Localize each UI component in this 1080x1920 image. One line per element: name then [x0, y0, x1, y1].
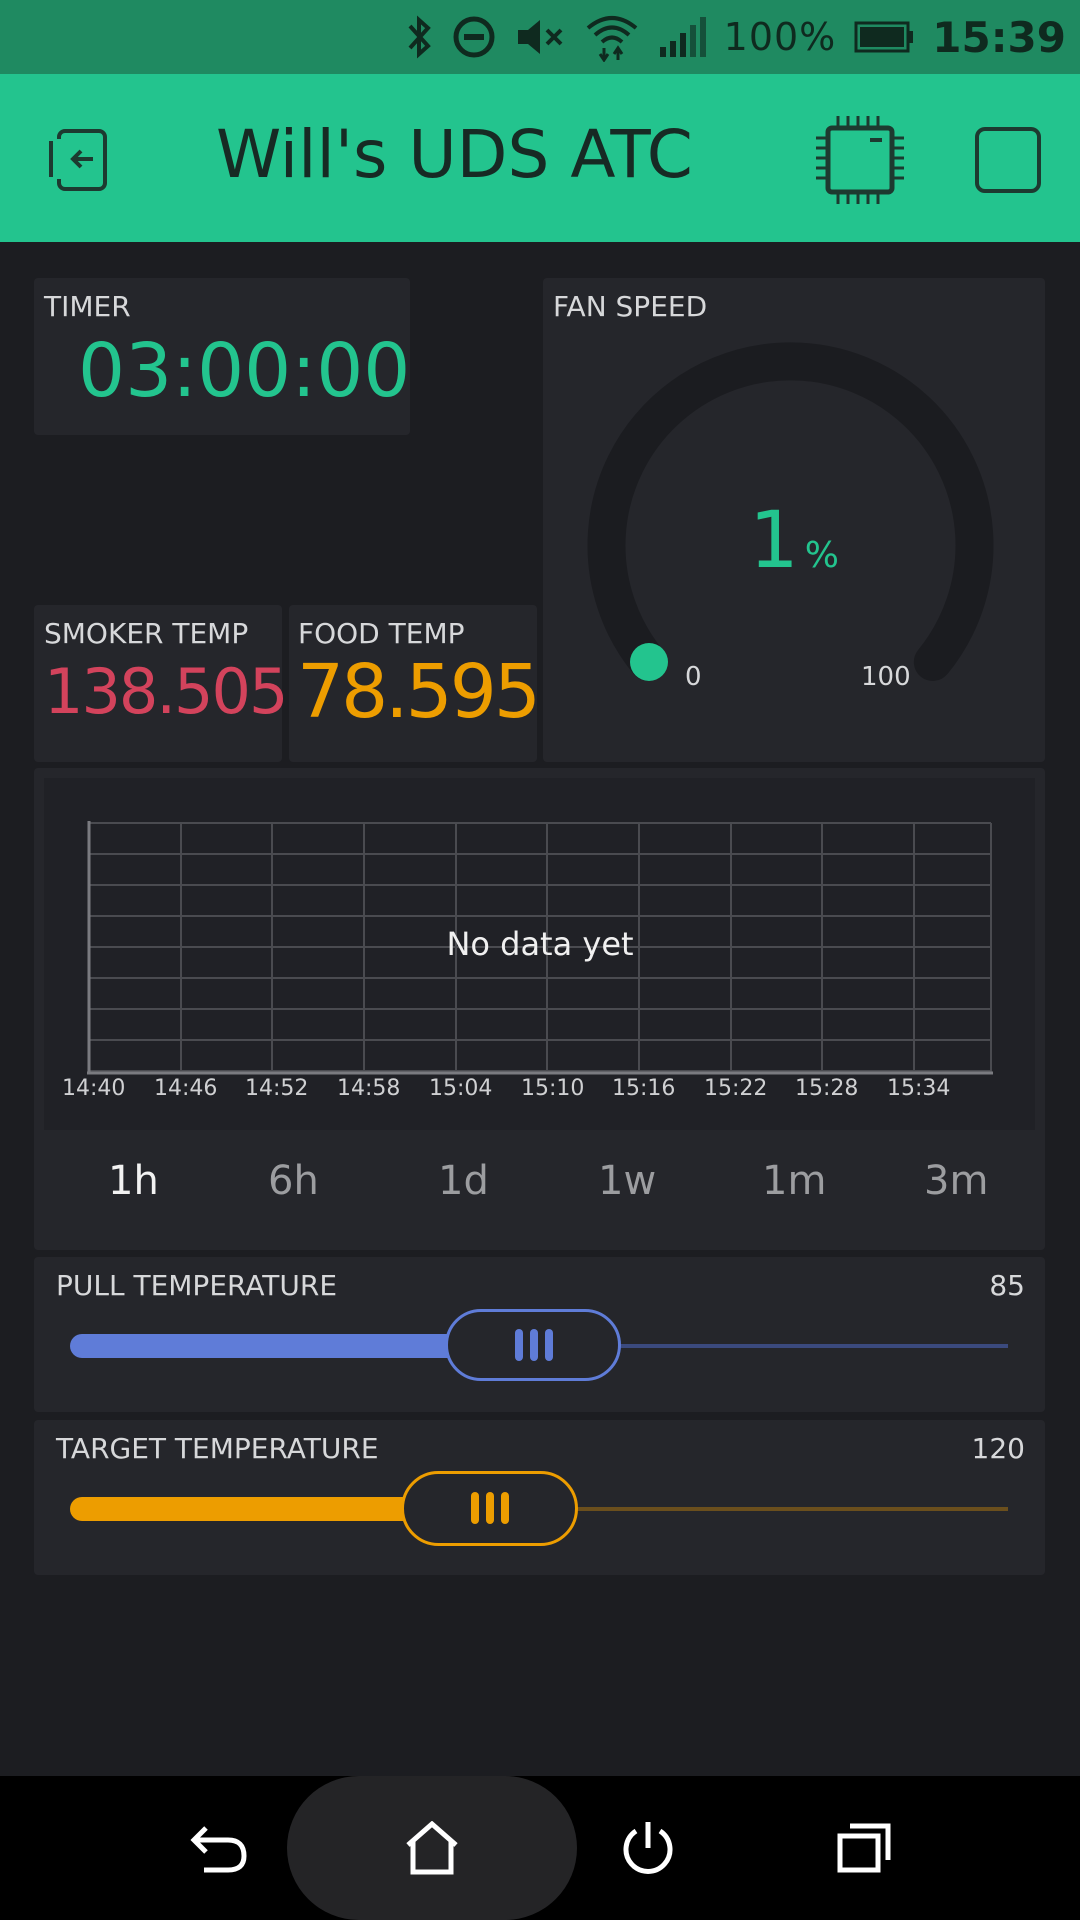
smoker-temp-widget: SMOKER TEMP 138.505 [34, 605, 288, 762]
device-chip-icon [816, 116, 904, 204]
pull-slider-fill [70, 1334, 490, 1358]
pull-slider-thumb[interactable] [445, 1309, 621, 1381]
nav-back-button[interactable] [180, 1806, 260, 1890]
range-tab-3m[interactable]: 3m [924, 1158, 988, 1204]
range-tab-1m[interactable]: 1m [762, 1158, 826, 1204]
target-temperature-value: 120 [971, 1432, 1025, 1465]
fan-speed-number: 1 [749, 496, 799, 586]
battery-percent: 100% [723, 15, 837, 59]
time-label: 14:40 [62, 1076, 126, 1101]
time-label: 15:22 [704, 1076, 768, 1101]
grip-icon [471, 1492, 509, 1524]
do-not-disturb-icon [453, 16, 495, 58]
recent-apps-icon [837, 1823, 891, 1873]
gauge-max: 100 [861, 662, 911, 692]
target-slider-thumb[interactable] [401, 1471, 578, 1546]
time-label: 15:10 [521, 1076, 585, 1101]
time-label: 14:52 [245, 1076, 309, 1101]
back-button[interactable] [44, 120, 122, 198]
app-bar: Will's UDS ATC [0, 74, 1080, 242]
status-icons: 100% 15:39 [404, 0, 1066, 74]
page-title: Will's UDS ATC [216, 116, 693, 193]
pull-temperature-label: PULL TEMPERATURE [56, 1269, 338, 1302]
navigation-bar [0, 1776, 1080, 1920]
time-label: 15:34 [887, 1076, 951, 1101]
home-icon [406, 1821, 458, 1875]
food-temp-label: FOOD TEMP [298, 617, 465, 650]
battery-icon [854, 21, 914, 53]
status-bar: 100% 15:39 [0, 0, 1080, 74]
pull-temperature-slider: PULL TEMPERATURE 85 [34, 1257, 1045, 1412]
nav-power-button[interactable] [608, 1806, 688, 1890]
timer-value: 03:00:00 [78, 328, 411, 414]
target-temperature-slider: TARGET TEMPERATURE 120 [34, 1420, 1045, 1575]
target-temperature-label: TARGET TEMPERATURE [56, 1432, 379, 1465]
pull-temperature-value: 85 [989, 1269, 1025, 1302]
gauge-needle [630, 643, 668, 681]
grip-icon [515, 1329, 553, 1361]
range-tab-1d[interactable]: 1d [438, 1158, 489, 1204]
wifi-icon [586, 16, 637, 62]
timer-label: TIMER [44, 290, 131, 323]
stop-button[interactable] [972, 124, 1044, 196]
stop-icon [975, 127, 1041, 193]
back-arrow-icon [190, 1826, 247, 1873]
gauge-min: 0 [685, 662, 702, 692]
target-slider-fill [70, 1497, 450, 1521]
range-tab-1w[interactable]: 1w [598, 1158, 656, 1204]
clock: 15:39 [932, 12, 1066, 62]
smoker-temp-value: 138.505 [44, 655, 288, 728]
food-temp-widget: FOOD TEMP 78.595 [289, 605, 541, 762]
time-label: 14:58 [337, 1076, 401, 1101]
range-tab-6h[interactable]: 6h [268, 1158, 319, 1204]
nav-home-pill[interactable] [287, 1776, 577, 1920]
device-button[interactable] [812, 112, 908, 208]
bluetooth-icon [408, 15, 431, 59]
chart-empty-message: No data yet [446, 925, 634, 963]
mute-icon [517, 20, 563, 54]
fan-speed-unit: % [804, 535, 839, 576]
smoker-temp-label: SMOKER TEMP [44, 617, 249, 650]
time-label: 15:28 [795, 1076, 859, 1101]
fan-speed-gauge: FAN SPEED 1% 0 100 [543, 278, 1045, 762]
range-tab-1h[interactable]: 1h [108, 1158, 159, 1204]
gauge-value: 1% [543, 496, 1045, 586]
time-label: 14:46 [154, 1076, 218, 1101]
timer-widget: TIMER 03:00:00 [34, 278, 410, 435]
power-icon [623, 1822, 673, 1874]
nav-recents-button[interactable] [824, 1806, 904, 1890]
signal-icon [659, 17, 706, 57]
time-label: 15:04 [429, 1076, 493, 1101]
time-label: 15:16 [612, 1076, 676, 1101]
back-icon [49, 129, 107, 191]
food-temp-value: 78.595 [297, 649, 541, 735]
